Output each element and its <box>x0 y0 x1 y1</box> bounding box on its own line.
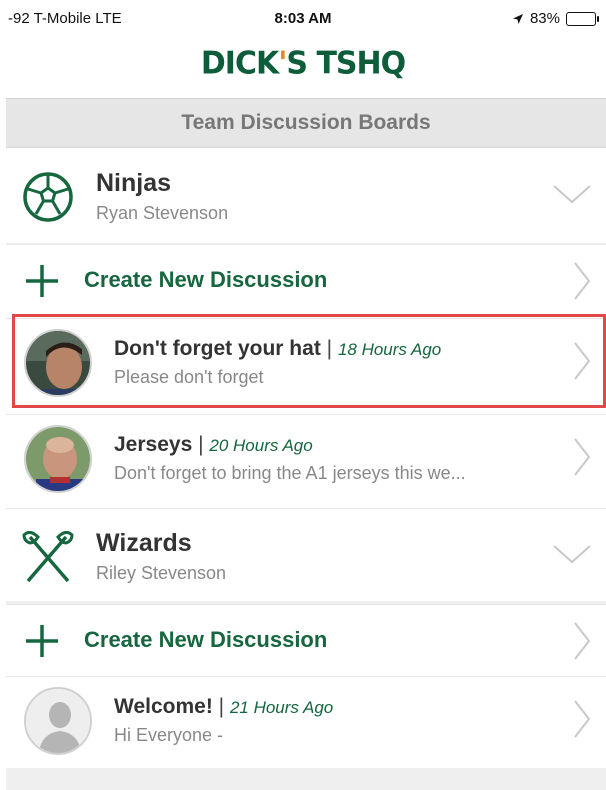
team-coach: Ryan Stevenson <box>96 203 229 223</box>
default-person-avatar <box>24 687 92 755</box>
discussion-preview: Please don't forget <box>114 367 264 387</box>
discussion-title-text: Jerseys <box>114 433 193 456</box>
plus-icon <box>26 265 58 297</box>
discussion-row[interactable]: Welcome! | 21 Hours Ago Hi Everyone - <box>6 676 606 762</box>
discussion-row[interactable]: Jerseys | 20 Hours Ago Don't forget to b… <box>6 414 606 500</box>
discussion-preview: Don't forget to bring the A1 jerseys thi… <box>114 463 466 483</box>
team-row-ninjas[interactable]: Ninjas Ryan Stevenson <box>6 149 606 243</box>
discussion-title-text: Welcome! <box>114 695 213 718</box>
location-arrow-icon <box>512 13 523 24</box>
photo-avatar <box>24 425 92 493</box>
chevron-right-icon <box>574 700 591 738</box>
lacrosse-sticks-icon <box>22 531 74 583</box>
chevron-down-icon[interactable] <box>552 183 592 205</box>
discussion-preview: Hi Everyone - <box>114 725 224 745</box>
status-right: 83% <box>512 10 599 27</box>
logo-text-left: DICK <box>200 45 279 82</box>
chevron-right-icon <box>574 438 591 476</box>
chevron-right-icon <box>574 622 591 660</box>
logo-text-right: S TSHQ <box>286 45 406 82</box>
discussion-title: Welcome! | 21 Hours Ago <box>114 695 333 719</box>
title-separator: | <box>320 337 338 360</box>
team-name: Ninjas <box>96 169 172 197</box>
create-discussion-button[interactable]: Create New Discussion <box>6 244 606 316</box>
create-discussion-label: Create New Discussion <box>84 267 328 292</box>
discussion-row[interactable]: Don't forget your hat | 18 Hours Ago Ple… <box>6 318 606 404</box>
section-header: Team Discussion Boards <box>6 98 606 148</box>
create-discussion-label: Create New Discussion <box>84 627 328 652</box>
person-silhouette-icon <box>26 689 90 753</box>
discussion-title-text: Don't forget your hat <box>114 337 321 360</box>
discussion-time: 20 Hours Ago <box>209 436 313 455</box>
discussion-time: 18 Hours Ago <box>337 340 442 359</box>
title-separator: | <box>192 433 210 456</box>
photo-avatar <box>24 329 92 397</box>
create-discussion-button[interactable]: Create New Discussion <box>6 604 606 676</box>
title-separator: | <box>212 695 230 718</box>
battery-icon <box>566 11 599 26</box>
discussion-time: 21 Hours Ago <box>229 698 334 717</box>
status-bar: -92 T-Mobile LTE 8:03 AM 83% <box>0 0 606 38</box>
chevron-right-icon <box>574 342 591 380</box>
discussion-title: Jerseys | 20 Hours Ago <box>114 433 313 457</box>
team-name: Wizards <box>96 529 192 557</box>
chevron-right-icon <box>574 262 591 300</box>
section-title: Team Discussion Boards <box>181 111 431 134</box>
team-coach: Riley Stevenson <box>96 563 227 583</box>
chevron-down-icon[interactable] <box>552 543 592 565</box>
avatar-photo-icon <box>26 331 90 395</box>
plus-icon <box>26 625 58 657</box>
list-footer <box>6 768 606 790</box>
discussion-title: Don't forget your hat | 18 Hours Ago <box>114 337 441 361</box>
app-logo: DICK'S TSHQ <box>0 45 606 82</box>
team-row-wizards[interactable]: Wizards Riley Stevenson <box>6 508 606 602</box>
soccer-ball-icon <box>23 172 73 222</box>
battery-percent: 83% <box>529 10 560 27</box>
avatar-photo-icon <box>26 427 90 491</box>
